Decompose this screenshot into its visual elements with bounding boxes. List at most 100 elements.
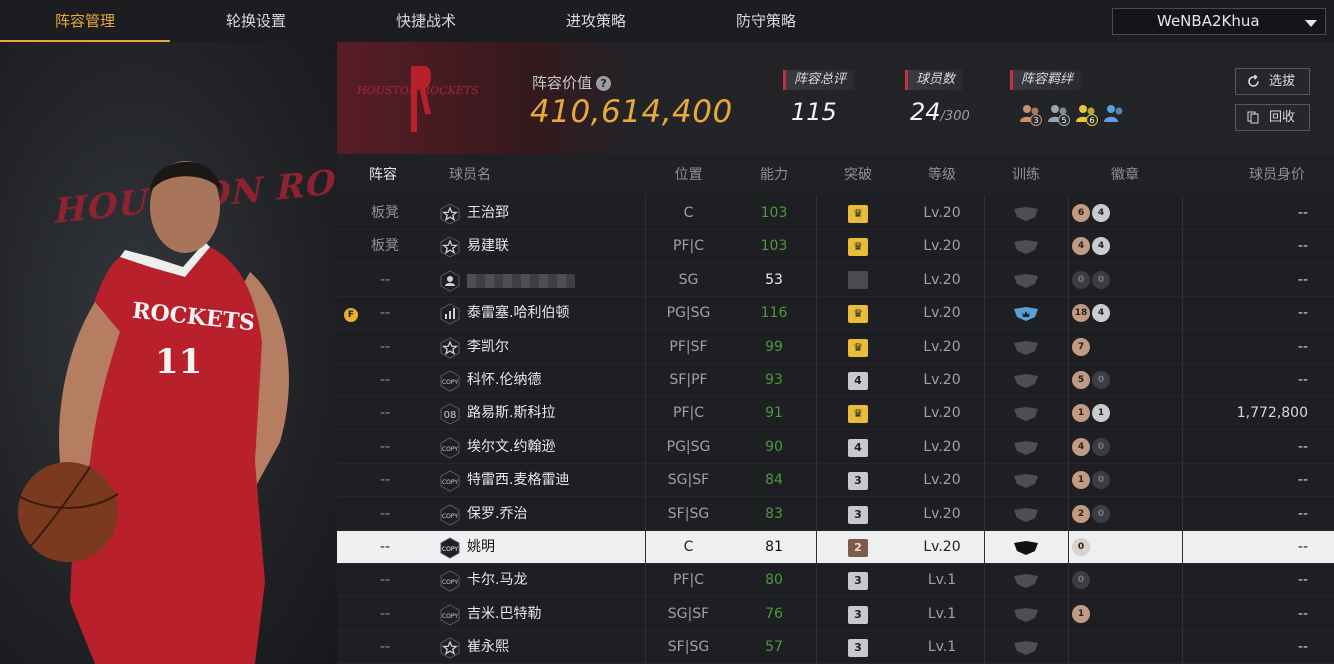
- col-training[interactable]: 训练: [984, 154, 1068, 196]
- player-level: Lv.20: [923, 539, 961, 555]
- star-icon: [440, 236, 460, 258]
- select-button[interactable]: 选拔: [1235, 68, 1310, 95]
- player-price: --: [1297, 205, 1308, 221]
- copy-icon: COPY: [440, 370, 460, 392]
- table-row[interactable]: -- 08 路易斯.斯科拉 PF|C 91 ♛ Lv.20 1 1 1,772,800: [337, 397, 1334, 431]
- svg-text:08: 08: [444, 410, 457, 421]
- player-level: Lv.1: [927, 639, 957, 656]
- breakthrough-badge: 3: [816, 464, 900, 497]
- lineup-status: --: [379, 605, 391, 622]
- player-name: 吉米.巴特勒: [467, 605, 542, 622]
- badge-list: 11: [1068, 397, 1182, 430]
- badge-count: 0: [1072, 538, 1090, 556]
- training-icon: [1014, 207, 1038, 221]
- svg-text:COPY: COPY: [442, 613, 458, 620]
- breakthrough-badge: ♛: [816, 397, 900, 430]
- lineup-status: --: [379, 572, 391, 589]
- overall-label: 阵容总评: [783, 70, 855, 90]
- help-icon[interactable]: ?: [596, 76, 612, 91]
- player-ability: 99: [765, 338, 783, 355]
- training-status: [984, 598, 1068, 631]
- recycle-button[interactable]: 回收: [1235, 104, 1310, 131]
- player-ability: 93: [765, 372, 783, 388]
- col-breakthrough[interactable]: 突破: [816, 154, 900, 196]
- breakthrough-badge: 4: [816, 364, 900, 397]
- training-icon: [1014, 273, 1038, 288]
- player-name: 科怀.伦纳德: [467, 372, 542, 388]
- tab-offense-strategy[interactable]: 进攻策略: [510, 0, 682, 42]
- player-name: 路易斯.斯科拉: [467, 405, 556, 422]
- table-row[interactable]: -- COPY 卡尔.马龙 PF|C 80 3 Lv.1 0 --: [337, 564, 1334, 598]
- training-icon: [1014, 574, 1038, 589]
- column-divider: [1068, 196, 1069, 664]
- lineup-status: --: [379, 271, 391, 288]
- col-name[interactable]: 球员名: [440, 154, 500, 196]
- badge-count: 1: [1072, 471, 1090, 490]
- player-ability: 90: [765, 438, 783, 455]
- player-ability: 116: [760, 305, 788, 322]
- table-row[interactable]: -- COPY 科怀.伦纳德 SF|PF 93 4 Lv.20 5 0 --: [337, 364, 1334, 397]
- player-ability: 53: [765, 271, 783, 288]
- lineup-status: --: [379, 372, 391, 388]
- badge-count: 0: [1092, 504, 1110, 523]
- training-icon: [1014, 474, 1038, 489]
- badge-list: [1068, 631, 1182, 664]
- table-row[interactable]: -- COPY 吉米.巴特勒 SG|SF 76 3 Lv.1 1 --: [337, 598, 1334, 631]
- player-group-icon[interactable]: 6: [1075, 102, 1099, 126]
- table-row[interactable]: -- SG 53 Lv.20 0 0 --: [337, 264, 1334, 297]
- rockets-logo-icon: [411, 66, 431, 132]
- player-group-icon[interactable]: [1103, 102, 1127, 126]
- lineup-status: 板凳: [371, 205, 399, 221]
- badge-count: 0: [1092, 270, 1110, 289]
- player-ability: 103: [760, 205, 788, 221]
- tab-rotation-settings[interactable]: 轮换设置: [170, 0, 342, 42]
- lineup-status: --: [379, 338, 391, 355]
- col-position[interactable]: 位置: [645, 154, 732, 196]
- alarm-flag-icon[interactable]: F: [344, 308, 358, 322]
- player-level: Lv.20: [923, 405, 961, 422]
- player-ability: 83: [765, 505, 783, 522]
- svg-text:COPY: COPY: [442, 446, 458, 453]
- tab-quick-tactics[interactable]: 快捷战术: [342, 0, 510, 42]
- player-price: --: [1297, 505, 1308, 522]
- table-row[interactable]: -- 崔永熙 SF|SG 57 3 Lv.1 --: [337, 631, 1334, 664]
- player-ability: 103: [760, 238, 788, 255]
- table-row[interactable]: -- COPY 保罗.乔治 SF|SG 83 3 Lv.20 2 0 --: [337, 498, 1334, 531]
- table-row[interactable]: 板凳 王治郅 C 103 ♛ Lv.20 6 4 --: [337, 197, 1334, 230]
- player-ability: 91: [765, 405, 783, 422]
- player-position: C: [683, 205, 694, 221]
- tab-lineup-management[interactable]: 阵容管理: [0, 0, 170, 42]
- training-icon: [1014, 340, 1038, 355]
- table-row[interactable]: -- COPY 埃尔文.约翰逊 PG|SG 90 4 Lv.20 4 0 --: [337, 431, 1334, 464]
- training-icon: [1014, 307, 1038, 322]
- col-ability[interactable]: 能力: [732, 154, 816, 196]
- col-value[interactable]: 球员身价: [1232, 154, 1322, 196]
- player-position: PF|C: [673, 238, 704, 255]
- account-name: WeNBA2Khua: [1157, 12, 1260, 30]
- tab-defense-strategy[interactable]: 防守策略: [682, 0, 850, 42]
- table-row[interactable]: -- COPY 姚明 C 81 2 Lv.20 0 --: [337, 531, 1334, 564]
- bond-icons: 3 5 6: [1019, 102, 1131, 126]
- col-level[interactable]: 等级: [900, 154, 984, 196]
- badge-list: 18 4: [1068, 297, 1182, 330]
- table-row[interactable]: -- 李凯尔 PF|SF 99 ♛ Lv.20 7 --: [337, 331, 1334, 364]
- col-badges[interactable]: 徽章: [1068, 154, 1182, 196]
- player-level: Lv.20: [923, 271, 961, 288]
- table-row[interactable]: -- 泰雷塞.哈利伯顿 PG|SG 116 ♛ Lv.20 18 4 --: [337, 297, 1334, 331]
- account-dropdown[interactable]: WeNBA2Khua: [1112, 8, 1326, 35]
- table-row[interactable]: -- COPY 特雷西.麦格雷迪 SG|SF 84 3 Lv.20 1 0 --: [337, 464, 1334, 498]
- badge-list: 0: [1068, 564, 1182, 597]
- player-position: C: [683, 539, 694, 555]
- badge-count: 4: [1072, 437, 1090, 456]
- player-group-icon[interactable]: 5: [1047, 102, 1071, 126]
- player-ability: 57: [765, 639, 783, 656]
- badge-list: 64: [1068, 197, 1182, 230]
- table-row[interactable]: 板凳 易建联 PF|C 103 ♛ Lv.20 4 4 --: [337, 230, 1334, 264]
- copy-icon: COPY: [440, 504, 460, 526]
- player-price: --: [1297, 271, 1308, 288]
- player-level: Lv.1: [927, 605, 957, 622]
- player-pair-icon[interactable]: 3: [1019, 102, 1043, 126]
- stats-icon: [440, 303, 460, 325]
- player-position: SG|SF: [667, 472, 710, 489]
- col-lineup[interactable]: 阵容: [337, 154, 429, 196]
